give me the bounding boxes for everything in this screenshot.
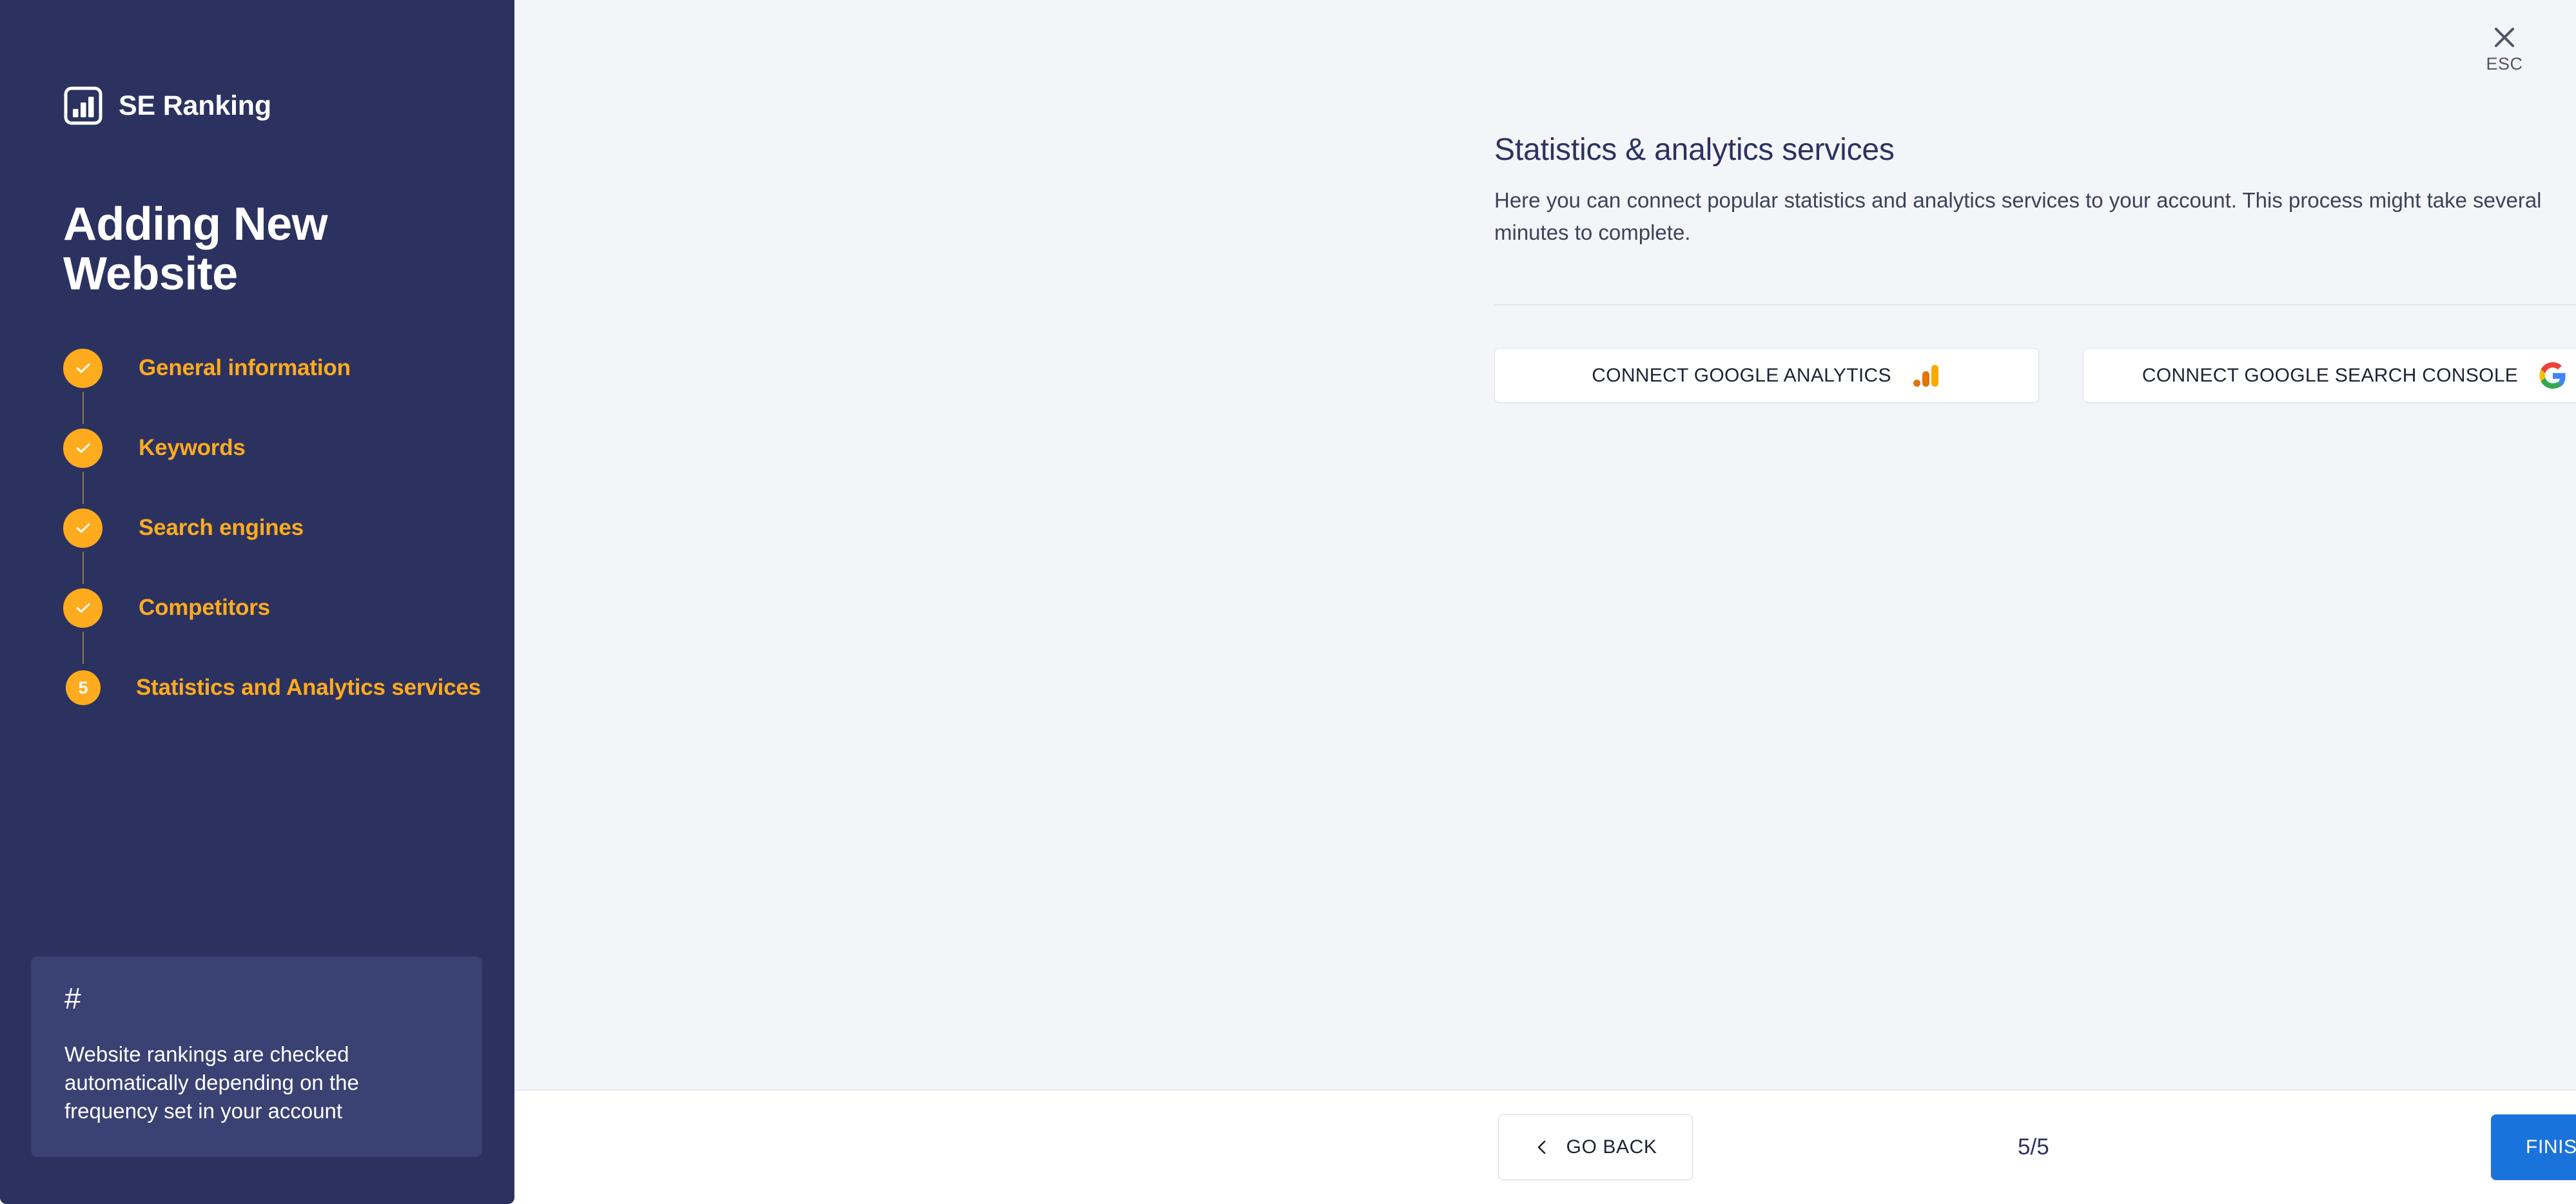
step-status-bullet (63, 508, 102, 548)
wizard-sidebar: SE Ranking Adding New Website General in… (0, 0, 514, 1204)
step-label: Keywords (139, 435, 246, 460)
go-back-button[interactable]: GO BACK (1498, 1114, 1693, 1180)
step-status-bullet (63, 348, 102, 388)
connect-google-search-console-button[interactable]: CONNECT GOOGLE SEARCH CONSOLE (2083, 348, 2576, 403)
page-title: Statistics & analytics services (1494, 133, 1895, 167)
service-label: CONNECT GOOGLE SEARCH CONSOLE (2142, 364, 2519, 386)
step-number-badge: 5 (66, 670, 101, 705)
statistics-panel: Statistics & analytics services Here you… (1494, 132, 2576, 249)
chevron-left-icon (1537, 1140, 1545, 1154)
brand-name: SE Ranking (119, 90, 271, 121)
service-connect-row: CONNECT GOOGLE ANALYTICS CONNECT GOOGLE … (1494, 348, 2576, 403)
step-status-bullet (63, 428, 102, 468)
step-status-bullet (63, 588, 102, 628)
wizard-content-area: Statistics & analytics services Here you… (514, 0, 2576, 1089)
sidebar-step-statistics-and-analytics-services[interactable]: 5 Statistics and Analytics services (63, 668, 481, 708)
check-icon (76, 443, 90, 453)
wizard-steps: General information Keywords Search engi… (63, 348, 481, 708)
hash-icon: # (64, 982, 81, 1015)
tip-text: Website rankings are checked automatical… (64, 1042, 359, 1123)
wizard-main: ESC Statistics & analytics services Here… (514, 0, 2576, 1204)
sidebar-step-general-information[interactable]: General information (63, 348, 476, 424)
bar-chart-logo-icon (63, 86, 103, 126)
go-back-label: GO BACK (1566, 1136, 1657, 1158)
brand: SE Ranking (63, 86, 271, 126)
service-label: CONNECT GOOGLE ANALYTICS (1592, 364, 1891, 386)
sidebar-step-competitors[interactable]: Competitors (63, 588, 476, 664)
step-label: Competitors (139, 595, 270, 620)
check-icon (76, 364, 90, 373)
sidebar-step-search-engines[interactable]: Search engines (63, 508, 476, 584)
wizard-title: Adding New Website (63, 199, 328, 300)
finish-button[interactable]: FINISH (2491, 1114, 2576, 1180)
step-number: 5 (78, 677, 88, 697)
sidebar-tip-card: # Website rankings are checked automatic… (31, 956, 482, 1157)
sidebar-step-keywords[interactable]: Keywords (63, 428, 476, 504)
check-icon (76, 523, 90, 533)
page-description: Here you can connect popular statistics … (1494, 188, 2542, 244)
google-g-icon (2539, 362, 2566, 389)
step-label: Search engines (139, 515, 304, 540)
wizard-footer: GO BACK 5/5 FINISH (514, 1089, 2576, 1204)
step-counter: 5/5 (2018, 1134, 2049, 1160)
section-divider (1494, 304, 2576, 306)
google-analytics-icon (1913, 364, 1938, 387)
connect-google-analytics-button[interactable]: CONNECT GOOGLE ANALYTICS (1494, 348, 2039, 403)
step-label: General information (139, 355, 351, 380)
onboarding-wizard-modal: SE Ranking Adding New Website General in… (0, 0, 2576, 1204)
check-icon (76, 603, 90, 613)
step-label: Statistics and Analytics services (136, 675, 481, 700)
